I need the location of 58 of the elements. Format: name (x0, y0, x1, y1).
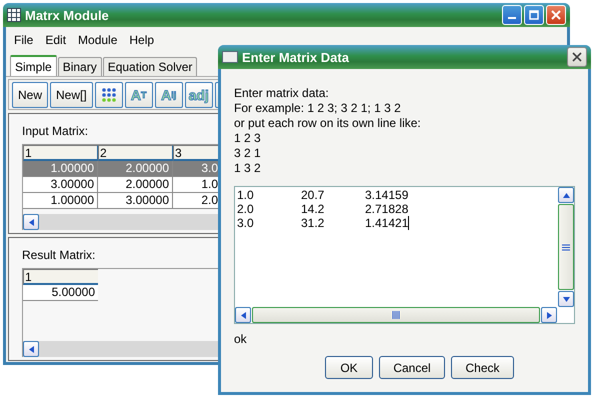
table-cell: 1.00000 (23, 193, 98, 209)
grip-icon[interactable] (392, 311, 400, 319)
grid-button[interactable] (94, 82, 123, 108)
menu-item[interactable]: Edit (45, 33, 66, 47)
grid-icon (7, 8, 21, 22)
minimize-icon (508, 17, 516, 19)
grip-icon[interactable] (562, 244, 570, 250)
maximize-icon (529, 10, 539, 20)
instruction-text: 3 2 1 (234, 146, 262, 161)
instruction-text: 1 2 3 (234, 131, 262, 146)
down-arrow-icon[interactable] (562, 296, 570, 302)
table-cell: 3.0 (173, 161, 221, 177)
table-cell: 3.00000 (23, 177, 98, 193)
tab[interactable]: Binary (58, 57, 102, 76)
table-cell: 2.00000 (98, 177, 173, 193)
matrix-data-field[interactable]: 1.0 20.7 3.14159 2.0 14.2 2.71828 3.0 31.2 1.41421 (235, 187, 558, 307)
vertical-scrollbar[interactable] (558, 187, 574, 307)
instruction-text: For example: 1 2 3; 3 2 1; 1 3 2 (234, 101, 402, 116)
tab[interactable]: Simple (10, 55, 57, 76)
instruction-text: 1 3 2 (234, 161, 262, 176)
menu-item[interactable]: File (14, 33, 34, 47)
table-cell: 5.00000 (23, 285, 98, 301)
panel-label: Input Matrix: (22, 124, 88, 138)
window-title: Enter Matrix Data (242, 50, 349, 64)
column-header[interactable]: 1 (23, 269, 98, 285)
menu-item[interactable]: Module (78, 33, 118, 47)
window-icon (222, 51, 238, 63)
up-arrow-icon[interactable] (562, 192, 570, 198)
dot-grid-icon (102, 88, 116, 102)
maximize-button[interactable] (524, 5, 544, 25)
dialog-button[interactable]: OK (325, 356, 373, 379)
toolbar-button[interactable]: New[] (50, 82, 93, 108)
tab[interactable]: Equation Solver (102, 57, 198, 76)
column-header[interactable]: 1 (23, 145, 98, 161)
table-cell: 3.00000 (98, 193, 173, 209)
instruction-text: or put each row on its own line like: (234, 116, 422, 131)
column-header[interactable]: 2 (98, 145, 173, 161)
table-cell: 1.0 (173, 177, 221, 193)
window-title: Matrx Module (25, 8, 109, 22)
dialog-button[interactable]: Check (451, 356, 514, 379)
left-arrow-icon[interactable] (240, 312, 246, 318)
right-arrow-icon[interactable] (546, 312, 552, 318)
dialog-button[interactable]: Cancel (379, 356, 445, 379)
minimize-button[interactable] (502, 5, 522, 25)
table-cell: 2.00000 (98, 161, 173, 177)
column-header[interactable]: 3 (173, 145, 221, 161)
menu-item[interactable]: Help (129, 33, 154, 47)
close-button[interactable] (567, 47, 587, 67)
panel-label: Result Matrix: (22, 248, 96, 262)
left-arrow-icon[interactable] (28, 218, 34, 226)
toolbar-button[interactable]: New (12, 82, 48, 108)
instruction-text: Enter matrix data: (234, 86, 330, 101)
table-cell: 2.0 (173, 193, 221, 209)
table-cell: 1.00000 (23, 161, 98, 177)
close-icon (572, 52, 582, 62)
left-arrow-icon[interactable] (28, 346, 34, 352)
status-text: ok (234, 332, 248, 346)
close-icon (551, 10, 561, 20)
